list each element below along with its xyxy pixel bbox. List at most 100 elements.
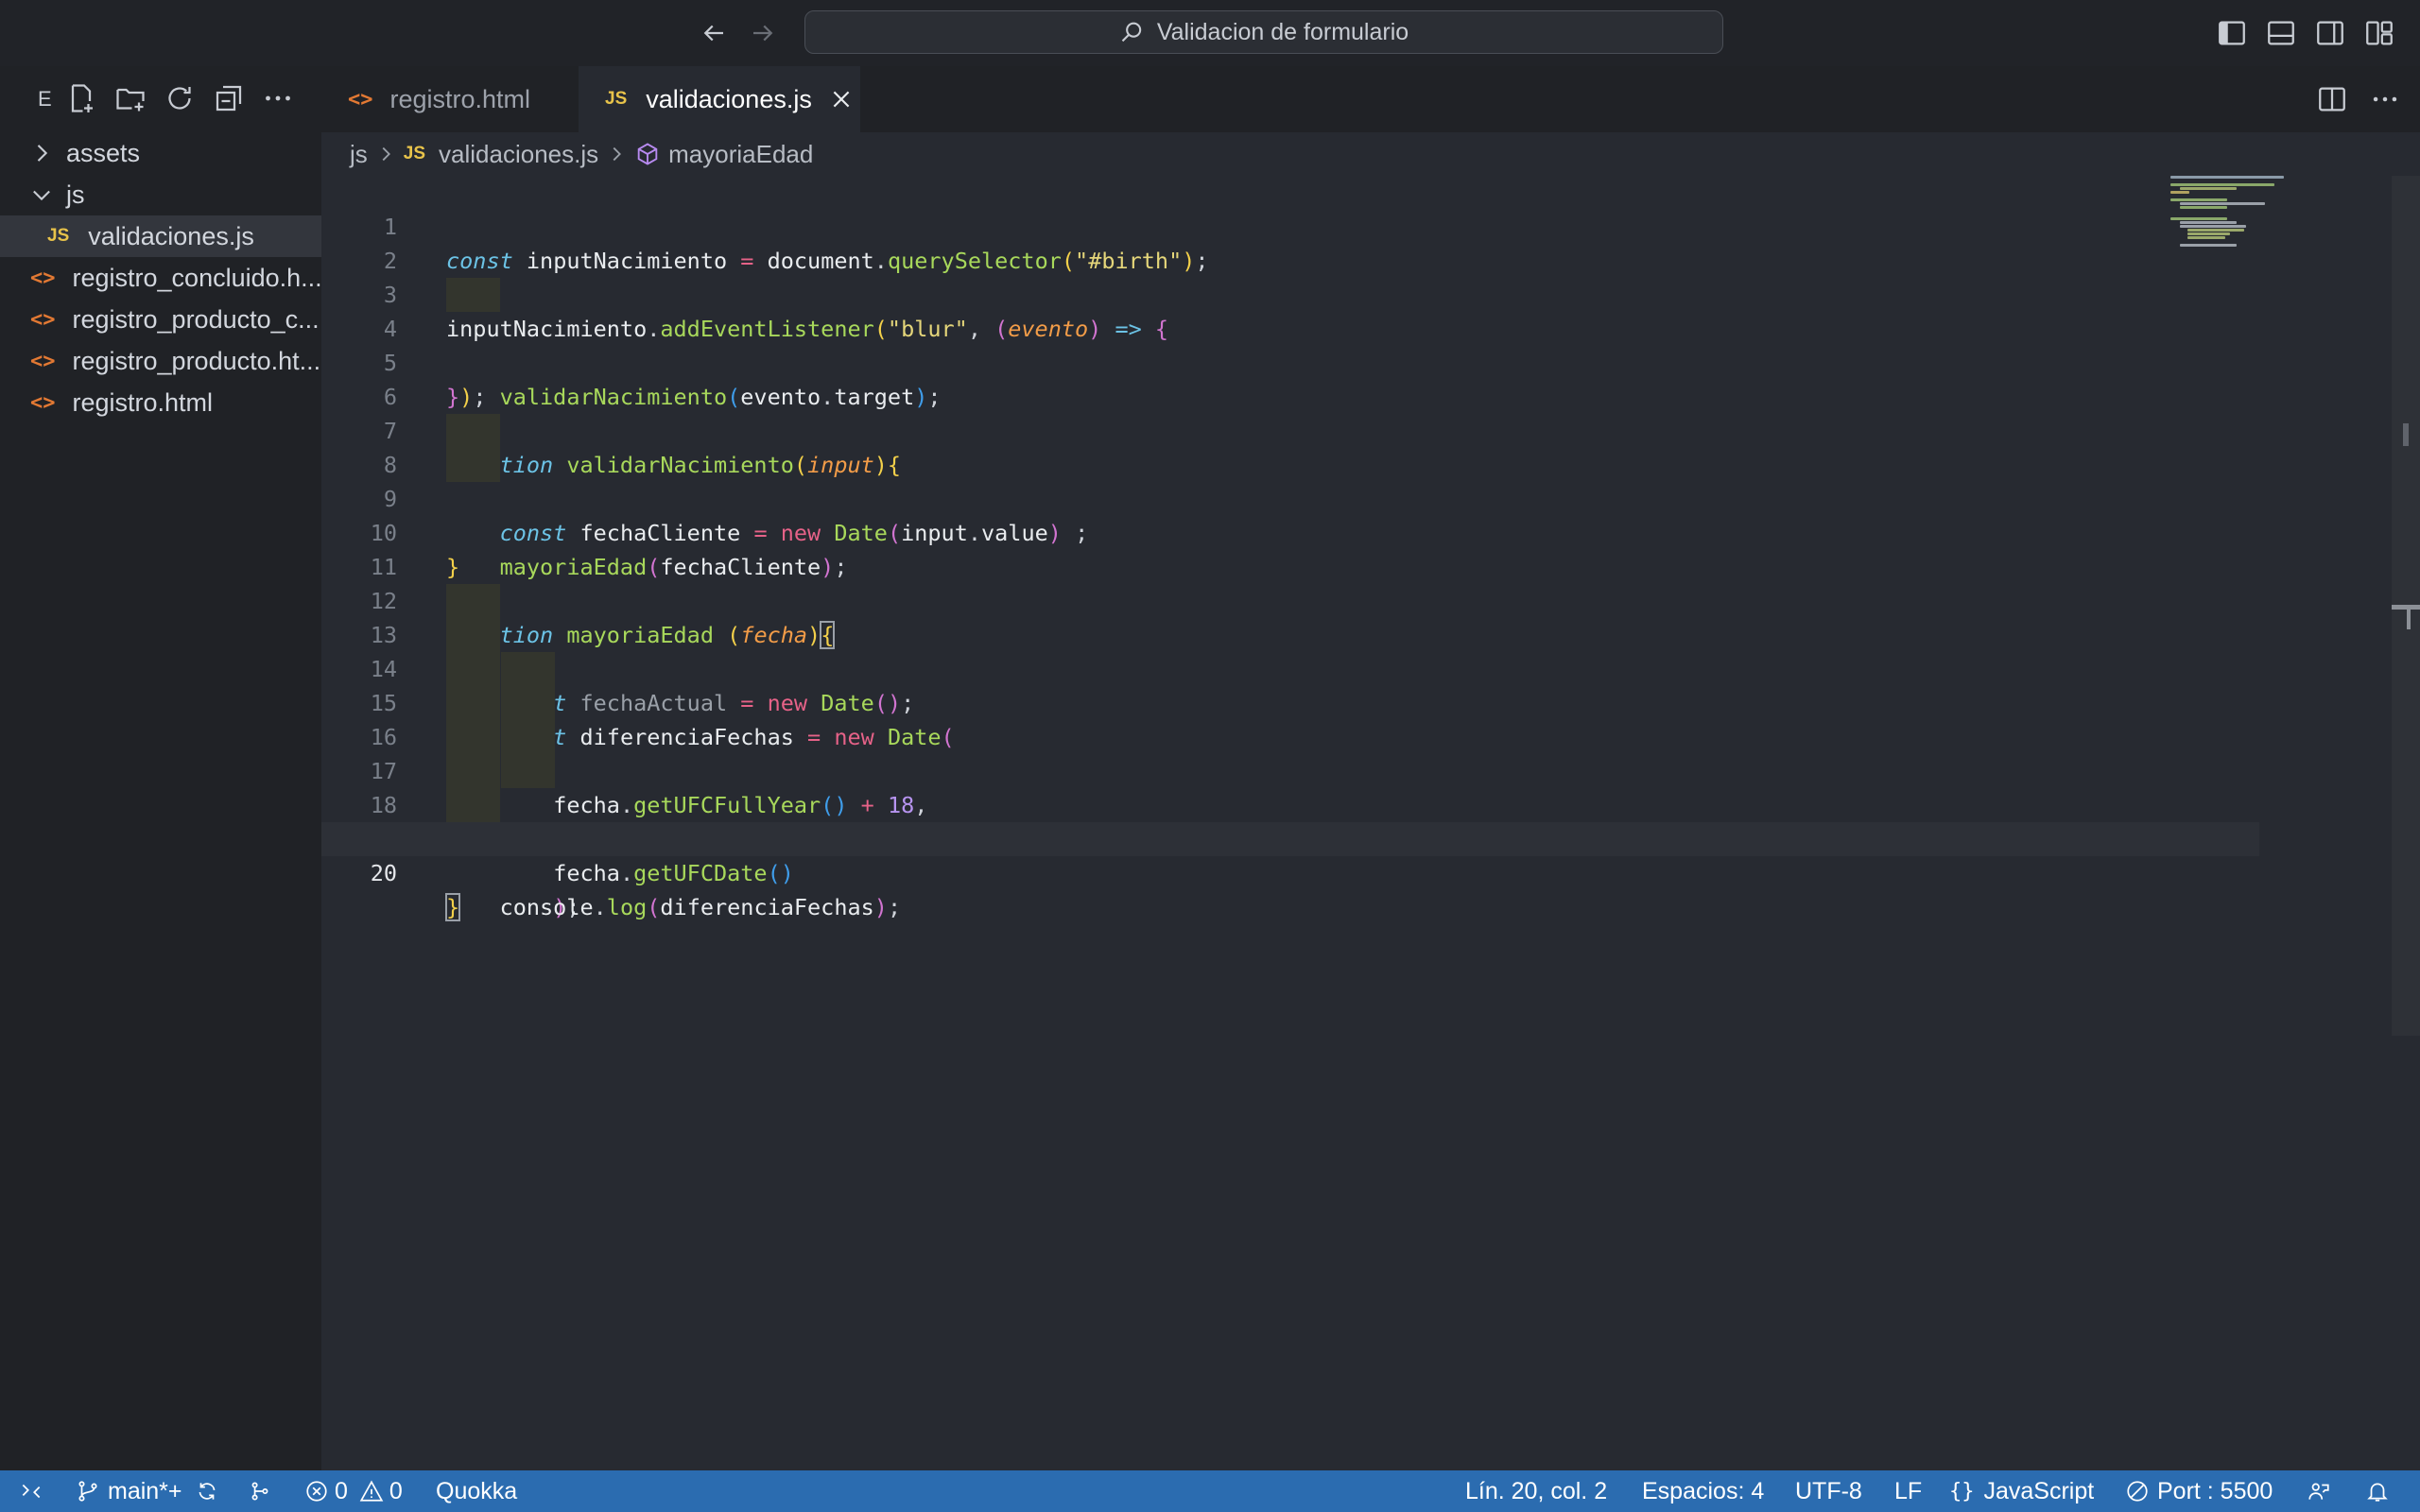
tree-folder-js[interactable]: js — [0, 174, 321, 215]
html-file-icon: <> — [30, 390, 56, 415]
error-count: 0 — [335, 1477, 348, 1504]
indentation-indicator[interactable]: Espacios: 4 — [1642, 1470, 1764, 1512]
indent-guide — [446, 618, 500, 652]
language-mode-indicator[interactable]: {} JavaScript — [1949, 1470, 2094, 1512]
code-line: 9 mayoriaEdad(fechaCliente); — [321, 448, 2259, 580]
collapse-folders-button[interactable] — [212, 81, 246, 115]
code-line: 3 inputNacimiento.addEventListener("blur… — [321, 244, 2259, 342]
html-file-icon: <> — [348, 87, 373, 112]
code-line-current: 20 } — [321, 822, 2259, 921]
minimap-line — [2170, 176, 2284, 179]
indent-guide — [501, 686, 555, 720]
toggle-secondary-sidebar-button[interactable] — [2314, 17, 2346, 49]
js-file-icon: JS — [605, 89, 628, 109]
eol-indicator[interactable]: LF — [1894, 1470, 1922, 1512]
code-line: 6 — [321, 346, 2259, 410]
tree-folder-assets[interactable]: assets — [0, 132, 321, 174]
minimap-line — [2180, 187, 2237, 190]
split-editor-button[interactable] — [2316, 83, 2348, 115]
js-file-icon: JS — [47, 226, 70, 246]
more-actions-button[interactable] — [261, 81, 295, 115]
breadcrumb-symbol[interactable]: mayoriaEdad — [668, 140, 813, 169]
remote-indicator[interactable] — [19, 1470, 43, 1512]
refresh-explorer-button[interactable] — [163, 81, 197, 115]
line-number: 20 — [370, 860, 397, 886]
breadcrumb-folder[interactable]: js — [350, 140, 368, 169]
minimap-line — [2180, 244, 2237, 247]
editor-more-actions-button[interactable] — [2369, 83, 2401, 115]
js-file-icon: JS — [403, 144, 426, 163]
tree-item-label: registro_concluido.h... — [72, 263, 322, 292]
tree-file-registro-html[interactable]: <> registro.html — [0, 382, 321, 423]
git-branch-icon — [78, 1481, 97, 1502]
arrow-left-icon — [703, 25, 723, 42]
scrollbar-cursor-marker — [2407, 605, 2411, 629]
tree-file-registro-producto-c[interactable]: <> registro_producto_c... — [0, 299, 321, 340]
tree-file-registro-producto[interactable]: <> registro_producto.ht... — [0, 340, 321, 382]
tab-registro-html[interactable]: <> registro.html — [321, 66, 579, 132]
minimap[interactable] — [2170, 176, 2397, 261]
back-button[interactable] — [695, 13, 733, 53]
live-server-port[interactable]: Port : 5500 — [2125, 1470, 2273, 1512]
notifications-button[interactable] — [2365, 1470, 2390, 1512]
bell-icon — [2367, 1483, 2388, 1502]
tree-item-label: assets — [66, 138, 141, 167]
encoding-indicator[interactable]: UTF-8 — [1795, 1470, 1862, 1512]
git-branch-indicator[interactable]: main*+ — [76, 1470, 182, 1512]
code-editor[interactable]: 1 const inputNacimiento = document.query… — [321, 176, 2392, 1470]
tab-label: registro.html — [389, 84, 531, 113]
indent-guide — [446, 788, 500, 822]
indent-guide — [446, 720, 500, 754]
quokka-indicator[interactable]: Quokka — [436, 1470, 517, 1512]
braces-icon: {} — [1949, 1479, 1975, 1503]
sync-button[interactable] — [195, 1470, 219, 1512]
toggle-panel-button[interactable] — [2265, 17, 2297, 49]
tree-item-label: registro_producto.ht... — [72, 346, 321, 375]
git-graph-button[interactable] — [248, 1470, 272, 1512]
minimap-line — [2170, 183, 2274, 186]
tree-file-registro-concluido[interactable]: <> registro_concluido.h... — [0, 257, 321, 299]
tab-validaciones-js[interactable]: JS validaciones.js — [579, 66, 860, 132]
language-label: JavaScript — [1983, 1477, 2095, 1504]
new-file-button[interactable] — [64, 81, 98, 115]
breadcrumb-file[interactable]: validaciones.js — [439, 140, 598, 169]
code-line: 14 const diferenciaFechas = new Date( — [321, 618, 2259, 750]
close-icon[interactable] — [829, 87, 854, 112]
explorer-toolbar: E — [0, 66, 321, 132]
indent-guide — [446, 278, 500, 312]
tree-item-label: js — [66, 180, 85, 209]
minimap-line — [2187, 232, 2230, 235]
new-folder-button[interactable] — [113, 81, 147, 115]
minimap-line — [2187, 236, 2225, 239]
scrollbar-marker — [2403, 423, 2409, 446]
tree-file-validaciones-js[interactable]: JS validaciones.js — [0, 215, 321, 257]
code-line: 7 function validarNacimiento(input){ — [321, 380, 2259, 478]
feedback-button[interactable] — [2307, 1470, 2331, 1512]
minimap-line — [2180, 225, 2246, 228]
indent-guide — [501, 652, 555, 686]
block-icon — [2127, 1481, 2148, 1502]
sidebar-right-icon — [2317, 21, 2343, 45]
symbol-method-icon — [637, 143, 658, 165]
toggle-primary-sidebar-button[interactable] — [2216, 17, 2248, 49]
collapse-all-icon — [216, 85, 242, 112]
encoding-label: UTF-8 — [1795, 1477, 1862, 1504]
problems-indicator[interactable]: 0 0 — [304, 1470, 403, 1512]
explorer-title: E — [38, 87, 52, 111]
tab-label: validaciones.js — [646, 84, 812, 113]
new-file-icon — [71, 84, 93, 112]
git-graph-icon — [251, 1482, 268, 1501]
code-line: 12 function mayoriaEdad (fecha){ — [321, 550, 2259, 649]
cursor-position[interactable]: Lín. 20, col. 2 — [1465, 1470, 1607, 1512]
command-center-search[interactable]: Validacion de formulario — [804, 10, 1723, 54]
customize-layout-button[interactable] — [2363, 17, 2395, 49]
tree-item-label: registro_producto_c... — [72, 304, 320, 334]
tree-item-label: validaciones.js — [88, 221, 254, 250]
code-line: 5 }); — [321, 312, 2259, 410]
code-line: 11 — [321, 516, 2259, 580]
cursor-position-label: Lín. 20, col. 2 — [1465, 1477, 1608, 1504]
indentation-label: Espacios: 4 — [1642, 1477, 1765, 1504]
feedback-icon — [2308, 1483, 2329, 1500]
forward-button[interactable] — [744, 13, 782, 53]
eol-label: LF — [1894, 1477, 1923, 1504]
